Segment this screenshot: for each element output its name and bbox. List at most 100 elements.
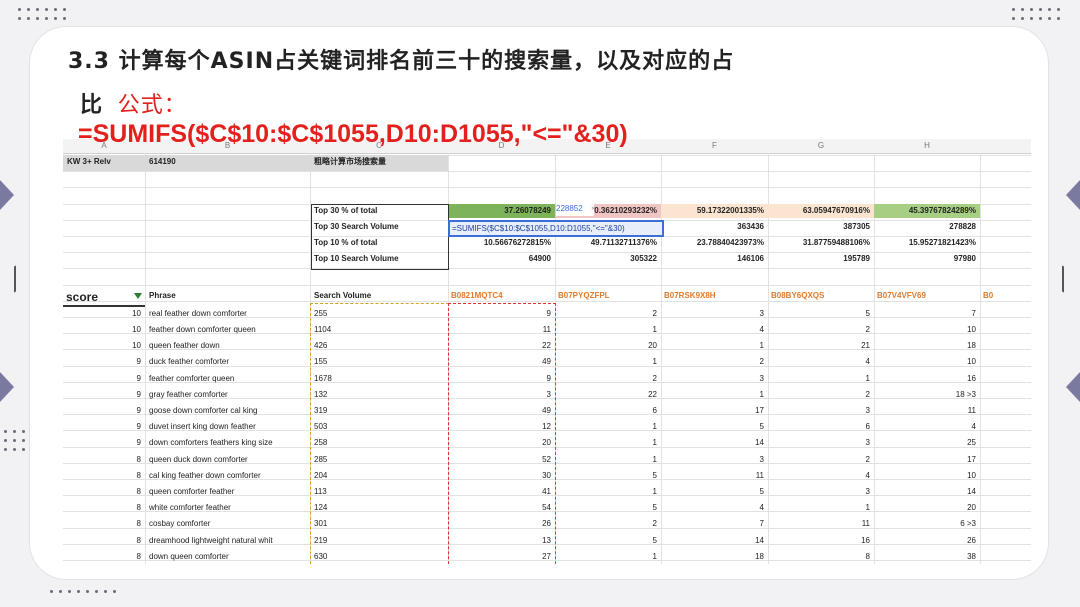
rank-cell[interactable]: 3 [661, 453, 768, 467]
score-cell[interactable]: 9 [63, 388, 143, 402]
rank-cell[interactable]: 20 [874, 501, 980, 515]
rank-cell[interactable]: 1 [555, 436, 661, 450]
column-letter[interactable]: H [874, 141, 980, 150]
asin-header[interactable]: B0821MQTC4 [451, 289, 558, 303]
phrase-header[interactable]: Phrase [149, 289, 299, 303]
score-cell[interactable]: 8 [63, 501, 143, 515]
rank-cell[interactable]: 2 [555, 372, 661, 386]
rank-cell[interactable]: 11 [661, 469, 768, 483]
summary-value[interactable]: 37.26078249 [448, 203, 555, 218]
score-cell[interactable]: 9 [63, 420, 143, 434]
asin-header[interactable]: B08BY6QXQS [771, 289, 877, 303]
rank-cell[interactable]: 2 [768, 323, 874, 337]
rank-cell[interactable]: 6 [555, 404, 661, 418]
summary-value[interactable]: 15.95271821423% [874, 236, 980, 250]
rank-cell[interactable]: 16 [874, 372, 980, 386]
column-letter[interactable]: F [661, 141, 768, 150]
rank-cell[interactable]: 1 [768, 372, 874, 386]
rank-cell[interactable]: 4 [768, 469, 874, 483]
rank-cell[interactable]: 14 [874, 485, 980, 499]
spreadsheet[interactable]: ABCDEFGH KW 3+ Relv 614190 粗略计算市场搜索量 Top 30… [63, 139, 1031, 564]
rank-cell[interactable]: 26 [874, 534, 980, 548]
rank-cell[interactable]: 6 [768, 420, 874, 434]
phrase-cell[interactable]: gray feather comforter [149, 388, 309, 402]
rank-cell[interactable]: 5 [555, 534, 661, 548]
rank-cell[interactable]: 1 [661, 388, 768, 402]
tooltip-close-icon[interactable]: × [591, 202, 599, 216]
score-cell[interactable]: 10 [63, 307, 143, 321]
value-tooltip[interactable]: 228852 [556, 201, 594, 216]
formula-edit-box[interactable]: =SUMIFS($C$10:$C$1055,D10:D1055,"<="&30) [448, 219, 664, 237]
rank-cell[interactable]: 18 [874, 339, 980, 353]
summary-value[interactable]: 363436 [661, 220, 768, 234]
score-cell[interactable]: 8 [63, 517, 143, 531]
filter-icon[interactable] [134, 292, 142, 299]
rank-cell[interactable]: 3 [768, 485, 874, 499]
score-cell[interactable]: 9 [63, 372, 143, 386]
phrase-cell[interactable]: down queen comforter [149, 550, 309, 564]
phrase-cell[interactable]: down comforters feathers king size [149, 436, 309, 450]
rank-cell[interactable]: 1 [555, 453, 661, 467]
rank-cell[interactable]: 11 [874, 404, 980, 418]
rank-cell[interactable]: 18 >3 [874, 388, 980, 402]
score-cell[interactable]: 9 [63, 436, 143, 450]
rank-cell[interactable]: 18 [661, 550, 768, 564]
column-letter[interactable]: G [768, 141, 874, 150]
rank-cell[interactable]: 6 >3 [874, 517, 980, 531]
summary-value[interactable]: 63.05947670916% [768, 203, 874, 218]
phrase-cell[interactable]: real feather down comforter [149, 307, 309, 321]
score-cell[interactable]: 8 [63, 469, 143, 483]
asin-header[interactable]: B0 [983, 289, 1031, 303]
rank-cell[interactable]: 5 [555, 501, 661, 515]
rank-cell[interactable]: 2 [768, 453, 874, 467]
rank-cell[interactable]: 10 [874, 355, 980, 369]
phrase-cell[interactable]: queen feather down [149, 339, 309, 353]
rank-cell[interactable]: 1 [555, 420, 661, 434]
rank-cell[interactable]: 2 [768, 388, 874, 402]
rank-cell[interactable]: 14 [661, 534, 768, 548]
summary-value[interactable]: 195789 [768, 252, 874, 266]
rank-cell[interactable]: 4 [661, 501, 768, 515]
rank-cell[interactable]: 10 [874, 323, 980, 337]
rank-cell[interactable]: 2 [555, 517, 661, 531]
summary-value[interactable]: 97980 [874, 252, 980, 266]
rank-cell[interactable]: 20 [555, 339, 661, 353]
rank-cell[interactable]: 1 [661, 339, 768, 353]
summary-value[interactable]: 10.56676272815% [448, 236, 555, 250]
rank-cell[interactable]: 4 [768, 355, 874, 369]
score-cell[interactable]: 9 [63, 404, 143, 418]
phrase-cell[interactable]: goose down comforter cal king [149, 404, 309, 418]
rank-cell[interactable]: 1 [768, 501, 874, 515]
summary-value[interactable]: 23.78840423973% [661, 236, 768, 250]
rank-cell[interactable]: 14 [661, 436, 768, 450]
phrase-cell[interactable]: queen duck down comforter [149, 453, 309, 467]
summary-value[interactable]: 305322 [555, 252, 661, 266]
score-cell[interactable]: 10 [63, 323, 143, 337]
phrase-cell[interactable]: dreamhood lightweight natural whit [149, 534, 309, 548]
rank-cell[interactable]: 4 [661, 323, 768, 337]
volume-header[interactable]: Search Volume [314, 289, 444, 303]
score-cell[interactable]: 8 [63, 534, 143, 548]
rank-cell[interactable]: 8 [768, 550, 874, 564]
summary-value[interactable]: 59.17322001335% [661, 203, 768, 218]
summary-value[interactable]: 49.71132711376% [555, 236, 661, 250]
summary-value[interactable]: 64900 [448, 252, 555, 266]
phrase-cell[interactable]: cal king feather down comforter [149, 469, 309, 483]
score-cell[interactable]: 8 [63, 485, 143, 499]
rank-cell[interactable]: 17 [661, 404, 768, 418]
rank-cell[interactable]: 5 [555, 469, 661, 483]
summary-value[interactable]: 31.87759488106% [768, 236, 874, 250]
asin-header[interactable]: B07PYQZFPL [558, 289, 664, 303]
rank-cell[interactable]: 1 [555, 355, 661, 369]
summary-value[interactable]: 387305 [768, 220, 874, 234]
rank-cell[interactable]: 22 [555, 388, 661, 402]
score-cell[interactable]: 8 [63, 550, 143, 564]
score-cell[interactable]: 8 [63, 453, 143, 467]
rank-cell[interactable]: 38 [874, 550, 980, 564]
rank-cell[interactable]: 10 [874, 469, 980, 483]
rank-cell[interactable]: 1 [555, 550, 661, 564]
phrase-cell[interactable]: feather comforter queen [149, 372, 309, 386]
rank-cell[interactable]: 4 [874, 420, 980, 434]
rank-cell[interactable]: 11 [768, 517, 874, 531]
cell-kw-value[interactable]: 614190 [149, 155, 299, 169]
